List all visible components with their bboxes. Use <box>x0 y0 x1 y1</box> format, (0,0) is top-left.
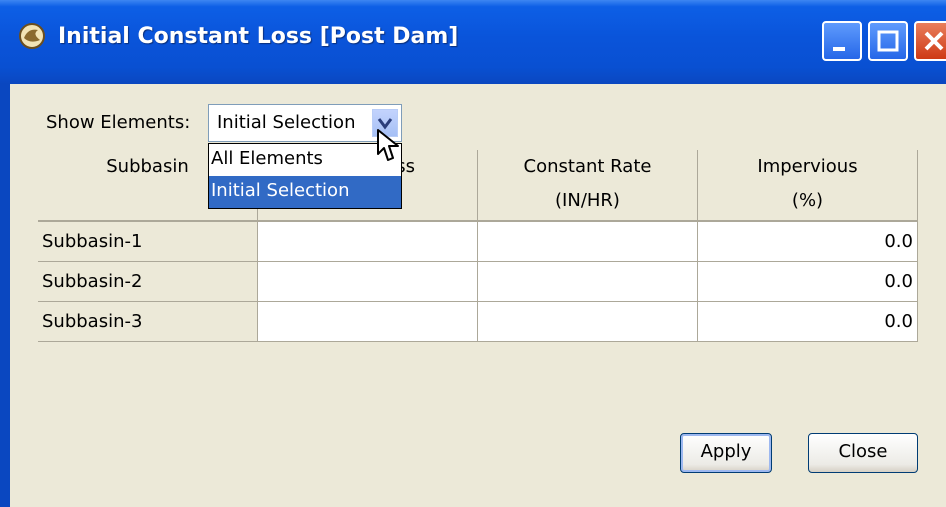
initial-loss-cell[interactable] <box>258 302 478 342</box>
impervious-cell[interactable]: 0.0 <box>698 262 918 302</box>
impervious-cell[interactable]: 0.0 <box>698 222 918 262</box>
subbasin-name-cell[interactable]: Subbasin-1 <box>38 222 258 262</box>
close-button[interactable]: Close <box>808 433 918 473</box>
mouse-pointer-icon <box>377 129 399 161</box>
minimize-icon <box>833 47 845 51</box>
table-row: Subbasin-1 0.0 <box>38 222 918 262</box>
app-icon <box>19 23 45 49</box>
dropdown-option-all-elements[interactable]: All Elements <box>209 144 401 176</box>
window-frame <box>0 84 10 507</box>
table-row: Subbasin-2 0.0 <box>38 262 918 302</box>
apply-button[interactable]: Apply <box>680 433 772 473</box>
maximize-button[interactable] <box>868 21 908 61</box>
table-row: Subbasin-3 0.0 <box>38 302 918 342</box>
constant-rate-cell[interactable] <box>478 302 698 342</box>
close-window-button[interactable] <box>914 21 946 61</box>
minimize-button[interactable] <box>822 21 862 61</box>
title-bar[interactable]: Initial Constant Loss [Post Dam] <box>0 0 946 84</box>
show-elements-dropdown-list: All Elements Initial Selection <box>208 143 402 209</box>
initial-loss-cell[interactable] <box>258 262 478 302</box>
window-title: Initial Constant Loss [Post Dam] <box>58 24 459 49</box>
column-header-constant-rate[interactable]: Constant Rate (IN/HR) <box>478 150 698 222</box>
dropdown-option-initial-selection[interactable]: Initial Selection <box>209 176 401 208</box>
combo-selected-value: Initial Selection <box>217 112 356 133</box>
column-header-impervious[interactable]: Impervious (%) <box>698 150 918 222</box>
initial-loss-cell[interactable] <box>258 222 478 262</box>
maximize-icon <box>877 30 899 52</box>
subbasin-name-cell[interactable]: Subbasin-3 <box>38 302 258 342</box>
constant-rate-cell[interactable] <box>478 222 698 262</box>
constant-rate-cell[interactable] <box>478 262 698 302</box>
show-elements-combo[interactable]: Initial Selection <box>208 104 402 142</box>
impervious-cell[interactable]: 0.0 <box>698 302 918 342</box>
show-elements-label: Show Elements: <box>46 112 191 133</box>
subbasin-name-cell[interactable]: Subbasin-2 <box>38 262 258 302</box>
close-icon <box>924 31 944 51</box>
